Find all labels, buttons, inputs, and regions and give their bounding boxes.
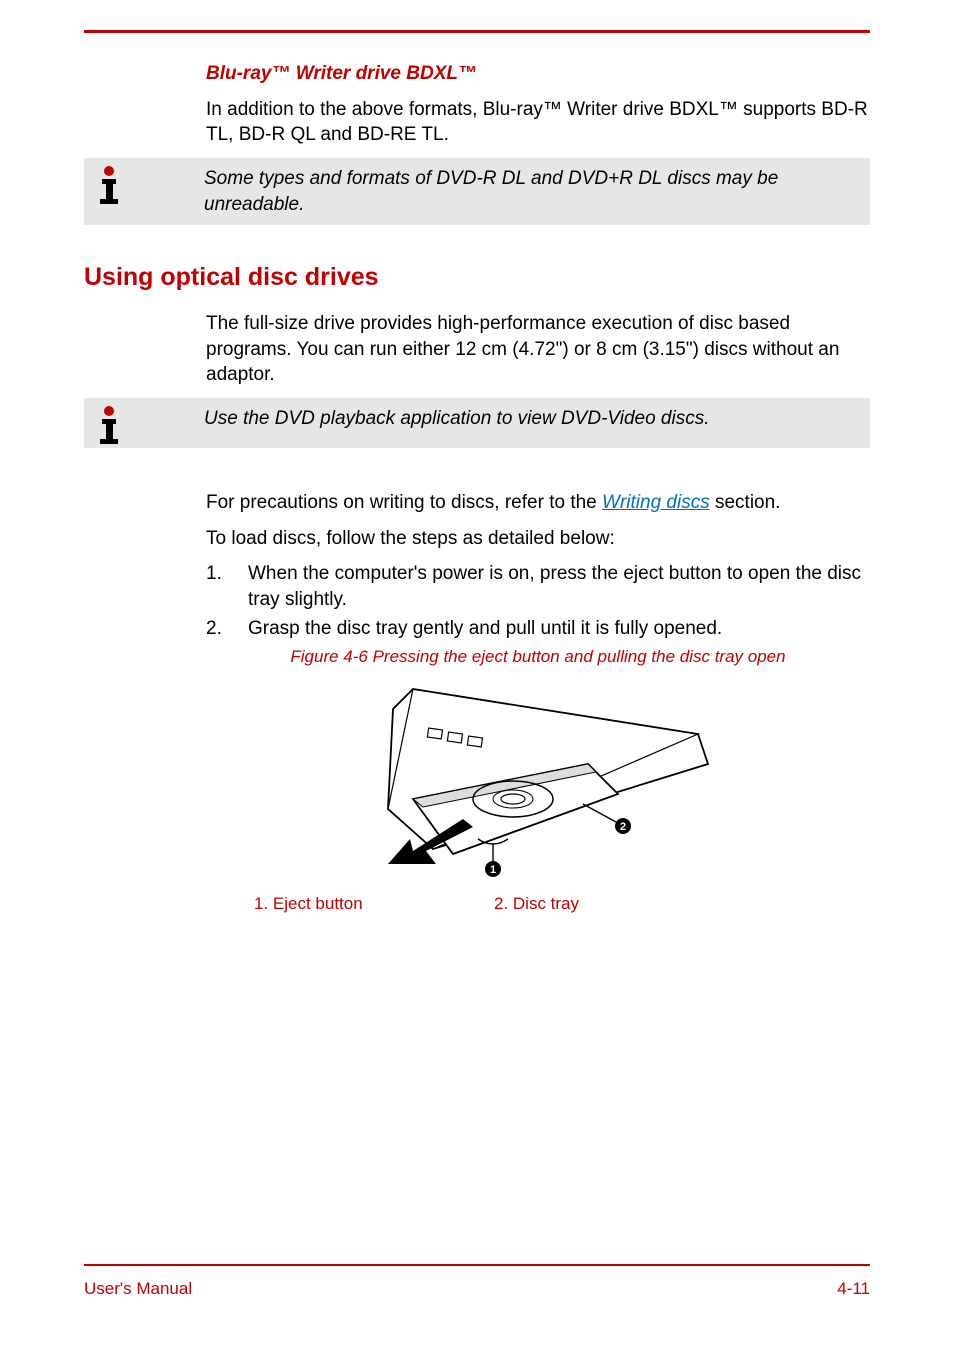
step-text: When the computer's power is on, press t… — [248, 561, 870, 612]
figure-legend: 1. Eject button 2. Disc tray — [254, 893, 870, 916]
precautions-post: section. — [710, 492, 781, 513]
step-1: 1. When the computer's power is on, pres… — [206, 561, 870, 612]
step-number: 1. — [206, 561, 248, 612]
info-icon — [84, 158, 134, 208]
step-2: 2. Grasp the disc tray gently and pull u… — [206, 616, 870, 642]
page-footer: User's Manual 4-11 — [84, 1264, 870, 1301]
precautions-text: For precautions on writing to discs, ref… — [206, 490, 870, 516]
top-rule — [84, 30, 870, 33]
svg-text:2: 2 — [620, 821, 626, 833]
writing-discs-link[interactable]: Writing discs — [602, 492, 710, 513]
section-intro: The full-size drive provides high-perfor… — [206, 311, 870, 388]
legend-item-1: 1. Eject button — [254, 893, 494, 916]
note-block-1: Some types and formats of DVD-R DL and D… — [84, 158, 870, 225]
precautions-pre: For precautions on writing to discs, ref… — [206, 492, 602, 513]
section-heading: Using optical disc drives — [84, 261, 870, 295]
note-text-2: Use the DVD playback application to view… — [134, 398, 870, 440]
steps-list: 1. When the computer's power is on, pres… — [206, 561, 870, 642]
load-intro: To load discs, follow the steps as detai… — [206, 526, 870, 552]
bottom-rule — [84, 1264, 870, 1266]
step-text: Grasp the disc tray gently and pull unti… — [248, 616, 870, 642]
note-text-1: Some types and formats of DVD-R DL and D… — [134, 158, 870, 225]
subsection-title: Blu-ray™ Writer drive BDXL™ — [206, 61, 870, 87]
svg-text:1: 1 — [490, 864, 496, 876]
footer-left: User's Manual — [84, 1278, 192, 1301]
figure-4-6: 2 1 — [206, 679, 870, 879]
info-icon — [84, 398, 134, 448]
step-number: 2. — [206, 616, 248, 642]
footer-right: 4-11 — [837, 1278, 870, 1301]
subsection-body: In addition to the above formats, Blu-ra… — [206, 97, 870, 148]
note-block-2: Use the DVD playback application to view… — [84, 398, 870, 448]
legend-item-2: 2. Disc tray — [494, 893, 734, 916]
figure-caption: Figure 4-6 Pressing the eject button and… — [206, 646, 870, 669]
